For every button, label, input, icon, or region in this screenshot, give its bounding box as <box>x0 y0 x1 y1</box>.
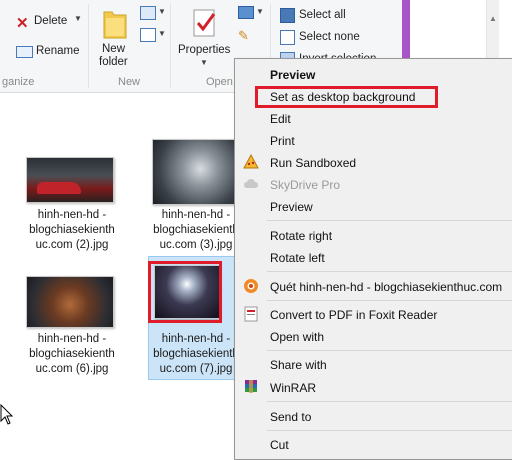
delete-x-icon: ✕ <box>16 15 29 32</box>
select-none-label: Select none <box>299 31 360 43</box>
new-folder-button[interactable]: New folder <box>96 4 134 70</box>
select-all-icon <box>280 8 295 23</box>
select-all-label: Select all <box>299 9 346 21</box>
file-name-line: hinh-nen-hd - <box>161 209 231 221</box>
file-name-line: blogchiasekienth <box>153 224 239 236</box>
file-name-line: hinh-nen-hd - <box>37 333 107 345</box>
menu-item-edit[interactable]: Edit <box>270 112 291 126</box>
file-name: hinh-nen-hd - blogchiasekienth uc.com (2… <box>22 208 122 253</box>
file-name-line: blogchiasekienth <box>29 224 115 236</box>
chevron-down-icon: ▼ <box>158 29 166 38</box>
menu-item-preview-default[interactable]: Preview <box>270 68 315 82</box>
menu-item-skydrive-pro: SkyDrive Pro <box>270 178 341 192</box>
annotation-highlight-box <box>148 261 222 323</box>
menu-item-winrar[interactable]: WinRAR <box>270 381 316 395</box>
file-name-line: hinh-nen-hd - <box>161 333 231 345</box>
menu-item-run-sandboxed[interactable]: Run Sandboxed <box>270 156 356 170</box>
menu-separator <box>267 300 512 301</box>
file-name-line: uc.com (6).jpg <box>35 363 109 375</box>
file-name: hinh-nen-hd - blogchiasekienth uc.com (6… <box>22 332 122 377</box>
menu-item-open-with[interactable]: Open with <box>270 330 324 344</box>
file-name-line: uc.com (3).jpg <box>159 239 233 251</box>
menu-separator <box>267 271 512 272</box>
menu-separator <box>267 401 512 402</box>
new-folder-label-2: folder <box>99 56 128 68</box>
foxit-pdf-icon <box>244 306 258 322</box>
file-name-line: uc.com (2).jpg <box>35 239 109 251</box>
properties-button[interactable]: Properties ▼ <box>176 4 232 70</box>
menu-item-rotate-left[interactable]: Rotate left <box>270 251 325 265</box>
properties-checkmark-icon <box>193 9 216 37</box>
ribbon-divider <box>88 4 89 88</box>
new-group-label: New <box>118 76 141 88</box>
pencil-icon: ✎ <box>238 28 249 43</box>
menu-separator <box>267 430 512 431</box>
file-item[interactable]: hinh-nen-hd - blogchiasekienth uc.com (3… <box>148 132 240 252</box>
open-icon <box>238 6 254 19</box>
file-item[interactable]: hinh-nen-hd - blogchiasekienth uc.com (6… <box>22 268 122 378</box>
skydrive-cloud-icon <box>244 179 258 188</box>
mouse-cursor-icon <box>0 404 14 425</box>
file-name-line: uc.com (7).jpg <box>159 363 233 375</box>
properties-label: Properties <box>178 44 231 56</box>
organize-group-label: ganize <box>2 76 35 88</box>
select-none-icon <box>280 30 295 45</box>
file-thumbnail <box>26 157 114 203</box>
winrar-icon <box>245 380 257 393</box>
new-item-icon <box>140 6 156 20</box>
rename-label: Rename <box>36 45 80 57</box>
chevron-down-icon: ▼ <box>200 58 208 67</box>
menu-item-send-to[interactable]: Send to <box>270 410 311 424</box>
menu-item-convert-pdf[interactable]: Convert to PDF in Foxit Reader <box>270 308 437 322</box>
sandbox-icon <box>243 154 259 169</box>
antivirus-scan-icon <box>244 279 258 293</box>
annotation-highlight-box <box>255 86 438 108</box>
delete-label: Delete <box>34 15 68 27</box>
car-shape <box>37 182 81 194</box>
scroll-up-icon: ▲ <box>489 14 497 23</box>
file-item[interactable]: hinh-nen-hd - blogchiasekienth uc.com (2… <box>22 150 122 253</box>
menu-item-print[interactable]: Print <box>270 134 295 148</box>
open-group-label: Open <box>206 76 233 88</box>
menu-item-share-with[interactable]: Share with <box>270 358 327 372</box>
new-folder-label-1: New <box>102 43 126 55</box>
menu-item-preview[interactable]: Preview <box>270 200 313 214</box>
menu-item-cut[interactable]: Cut <box>270 438 289 452</box>
file-name: hinh-nen-hd - blogchiasekienth uc.com (7… <box>148 332 244 377</box>
file-thumbnail <box>26 276 114 328</box>
chevron-down-icon: ▼ <box>256 7 264 16</box>
file-name-line: hinh-nen-hd - <box>37 209 107 221</box>
menu-separator <box>267 220 512 221</box>
file-name-line: blogchiasekienth <box>29 348 115 360</box>
chevron-down-icon: ▼ <box>74 14 82 23</box>
menu-separator <box>267 350 512 351</box>
easy-access-icon <box>140 28 156 42</box>
menu-item-scan[interactable]: Quét hinh-nen-hd - blogchiasekienthuc.co… <box>270 280 502 294</box>
file-thumbnail <box>152 139 240 205</box>
chevron-down-icon: ▼ <box>158 7 166 16</box>
context-menu: Preview Set as desktop background Edit P… <box>234 58 512 460</box>
file-name: hinh-nen-hd - blogchiasekienth uc.com (3… <box>148 208 244 253</box>
folder-icon <box>103 11 127 39</box>
file-name-line: blogchiasekienth <box>153 348 239 360</box>
rename-icon <box>16 46 33 58</box>
menu-item-rotate-right[interactable]: Rotate right <box>270 229 332 243</box>
ribbon-divider <box>170 4 171 88</box>
